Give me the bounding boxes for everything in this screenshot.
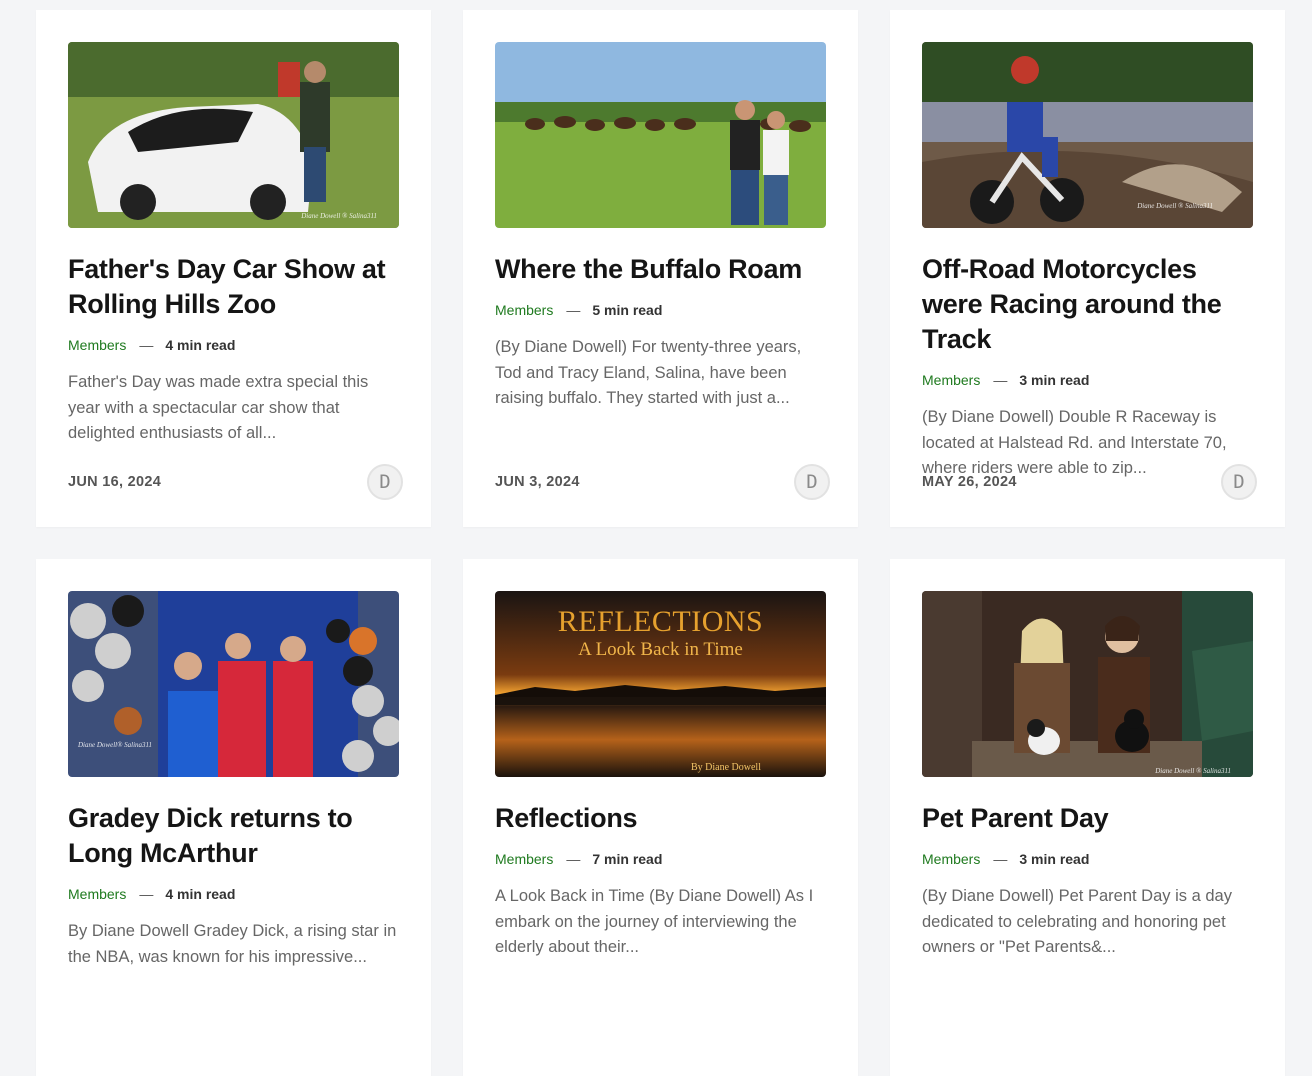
author-avatar[interactable]: D: [367, 464, 403, 500]
image-byline: By Diane Dowell: [691, 762, 761, 773]
post-image[interactable]: Diane Dowell ® Salina311: [922, 591, 1253, 777]
post-footer: JUN 3, 2024 D: [495, 464, 830, 500]
post-image[interactable]: [495, 42, 826, 228]
read-time: 4 min read: [165, 886, 236, 902]
motorcycle-photo: [922, 42, 1253, 228]
meta-separator: —: [139, 886, 154, 902]
read-time: 3 min read: [1019, 851, 1090, 867]
image-watermark: Diane Dowell® Salina311: [78, 741, 153, 749]
car-show-photo: [68, 42, 399, 228]
post-date: JUN 16, 2024: [68, 474, 162, 490]
read-time: 7 min read: [592, 851, 663, 867]
post-card[interactable]: REFLECTIONS A Look Back in Time By Diane…: [463, 559, 858, 1076]
meta-separator: —: [566, 851, 581, 867]
post-date: MAY 26, 2024: [922, 474, 1017, 490]
post-meta: Members — 5 min read: [495, 299, 826, 321]
image-subhead: A Look Back in Time: [578, 639, 743, 660]
read-time: 5 min read: [592, 302, 663, 318]
post-card[interactable]: Diane Dowell ® Salina311 Off-Road Motorc…: [890, 10, 1285, 527]
post-title[interactable]: Reflections: [495, 801, 826, 836]
post-tag[interactable]: Members: [68, 337, 126, 353]
post-card[interactable]: Diane Dowell ® Salina311 Father's Day Ca…: [36, 10, 431, 527]
post-title[interactable]: Gradey Dick returns to Long McArthur: [68, 801, 399, 871]
post-tag[interactable]: Members: [922, 372, 980, 388]
meta-separator: —: [993, 372, 1008, 388]
post-excerpt: (By Diane Dowell) Pet Parent Day is a da…: [922, 887, 1232, 957]
read-time: 3 min read: [1019, 372, 1090, 388]
post-meta: Members — 4 min read: [68, 883, 399, 905]
buffalo-photo: [495, 42, 826, 228]
post-image[interactable]: REFLECTIONS A Look Back in Time By Diane…: [495, 591, 826, 777]
image-watermark: Diane Dowell ® Salina311: [301, 212, 377, 220]
image-watermark: Diane Dowell ® Salina311: [1155, 767, 1231, 775]
post-tag[interactable]: Members: [495, 851, 553, 867]
post-title[interactable]: Where the Buffalo Roam: [495, 252, 826, 287]
post-meta: Members — 4 min read: [68, 334, 399, 356]
post-excerpt: (By Diane Dowell) For twenty-three years…: [495, 338, 802, 408]
post-excerpt: By Diane Dowell Gradey Dick, a rising st…: [68, 922, 397, 966]
post-meta: Members — 3 min read: [922, 848, 1253, 870]
post-footer: MAY 26, 2024 D: [922, 464, 1257, 500]
post-meta: Members — 7 min read: [495, 848, 826, 870]
post-card[interactable]: Diane Dowell ® Salina311 Pet Parent Day …: [890, 559, 1285, 1076]
read-time: 4 min read: [165, 337, 236, 353]
post-tag[interactable]: Members: [68, 886, 126, 902]
post-image[interactable]: Diane Dowell® Salina311: [68, 591, 399, 777]
author-avatar[interactable]: D: [1221, 464, 1257, 500]
post-meta: Members — 3 min read: [922, 369, 1253, 391]
meta-separator: —: [993, 851, 1008, 867]
post-excerpt: Father's Day was made extra special this…: [68, 373, 369, 443]
post-footer: JUN 16, 2024 D: [68, 464, 403, 500]
author-avatar[interactable]: D: [794, 464, 830, 500]
post-title[interactable]: Off-Road Motorcycles were Racing around …: [922, 252, 1253, 357]
post-card[interactable]: Where the Buffalo Roam Members — 5 min r…: [463, 10, 858, 527]
post-excerpt: A Look Back in Time (By Diane Dowell) As…: [495, 887, 814, 957]
meta-separator: —: [139, 337, 154, 353]
post-feed: Diane Dowell ® Salina311 Father's Day Ca…: [36, 10, 1285, 1076]
meta-separator: —: [566, 302, 581, 318]
post-card[interactable]: Diane Dowell® Salina311 Gradey Dick retu…: [36, 559, 431, 1076]
post-image[interactable]: Diane Dowell ® Salina311: [922, 42, 1253, 228]
image-watermark: Diane Dowell ® Salina311: [1137, 202, 1213, 210]
post-image[interactable]: Diane Dowell ® Salina311: [68, 42, 399, 228]
post-tag[interactable]: Members: [922, 851, 980, 867]
pet-parent-photo: [922, 591, 1253, 777]
post-title[interactable]: Pet Parent Day: [922, 801, 1253, 836]
image-headline: REFLECTIONS: [557, 605, 764, 638]
post-title[interactable]: Father's Day Car Show at Rolling Hills Z…: [68, 252, 399, 322]
post-date: JUN 3, 2024: [495, 474, 580, 490]
gradey-dick-photo: [68, 591, 399, 777]
post-tag[interactable]: Members: [495, 302, 553, 318]
